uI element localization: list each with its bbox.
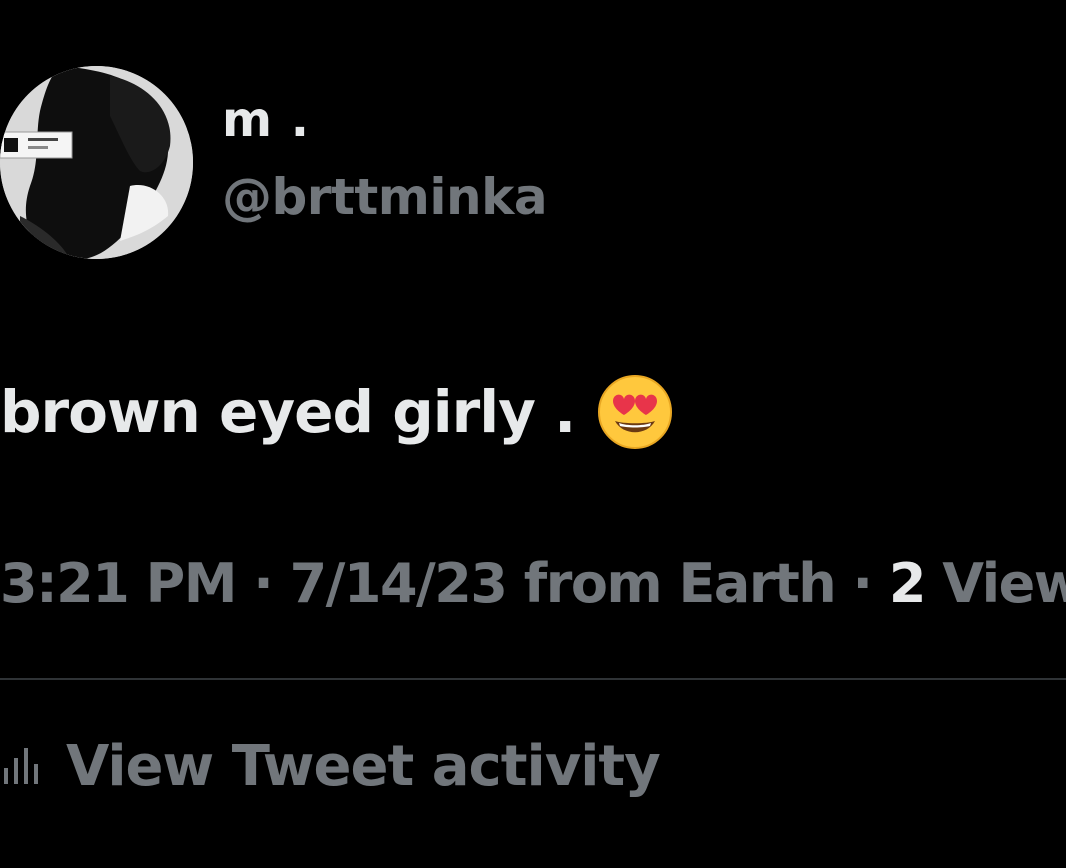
- tweet-body: brown eyed girly .: [0, 378, 576, 446]
- tweet-time[interactable]: 3:21 PM: [0, 552, 237, 615]
- heart-eyes-emoji-icon: [598, 375, 673, 449]
- views-count: 2: [888, 552, 927, 615]
- tweet-source: from Earth: [523, 552, 837, 615]
- meta-separator: ·: [852, 552, 874, 615]
- tweet-text: brown eyed girly .: [0, 372, 673, 452]
- bar-chart-icon: [4, 748, 38, 784]
- view-tweet-activity-label: View Tweet activity: [66, 733, 661, 799]
- views-label: View: [942, 552, 1066, 615]
- user-handle[interactable]: @brttminka: [222, 168, 548, 226]
- display-name[interactable]: m .: [222, 92, 310, 148]
- divider: [0, 678, 1066, 680]
- avatar[interactable]: [0, 66, 193, 259]
- tweet-date[interactable]: 7/14/23: [290, 552, 508, 615]
- tweet-meta: 3:21 PM · 7/14/23 from Earth · 2 View: [0, 552, 1066, 615]
- meta-separator: ·: [253, 552, 274, 615]
- view-tweet-activity-button[interactable]: View Tweet activity: [0, 726, 661, 806]
- avatar-image: [0, 66, 193, 259]
- tweet-detail-page: m . @brttminka brown eyed girly . 3:21 P…: [0, 0, 1066, 868]
